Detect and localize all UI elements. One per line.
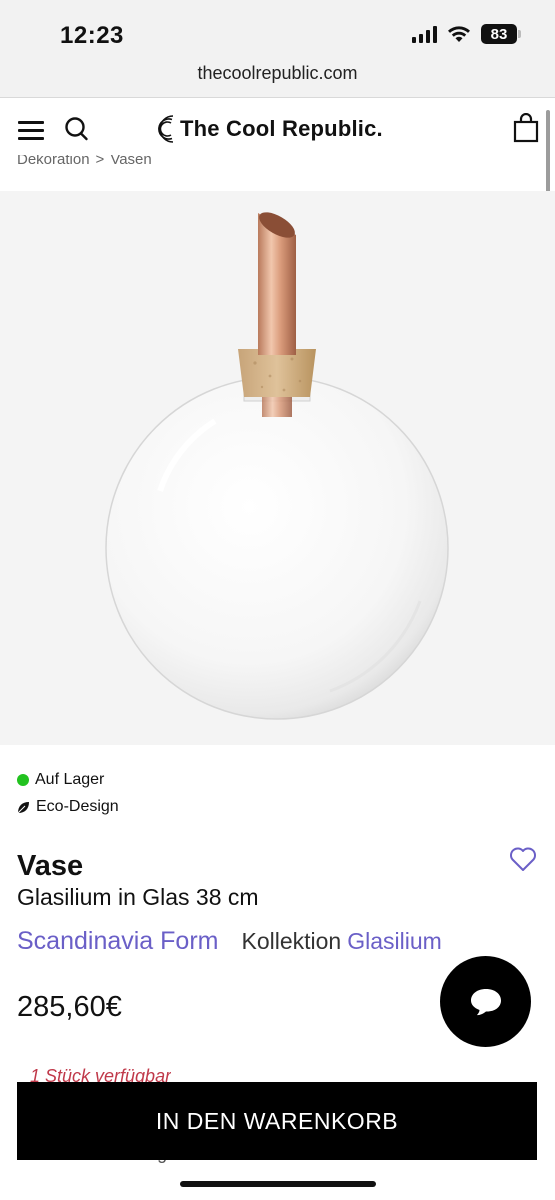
breadcrumb-item-dekoration[interactable]: Dekoration	[17, 155, 90, 171]
product-price: 285,60€	[17, 991, 122, 1023]
availability-note: 1 Stück verfügbar	[30, 1066, 172, 1082]
logo-text: The Cool Republic.	[180, 116, 383, 141]
vase-illustration	[105, 212, 449, 720]
brand-collection-row: Scandinavia Form Kollektion Glasilium	[17, 927, 442, 956]
collection-link[interactable]: Glasilium	[347, 928, 442, 955]
add-to-cart-button[interactable]: IN DEN WARENKORB	[17, 1082, 537, 1160]
browser-url-bar[interactable]: thecoolrepublic.com	[0, 56, 555, 98]
logo-mark-icon	[158, 115, 174, 143]
brand-link[interactable]: Scandinavia Form	[17, 927, 218, 956]
chat-button[interactable]	[440, 956, 531, 1047]
status-time: 12:23	[60, 22, 124, 49]
leaf-icon	[17, 801, 29, 813]
site-logo[interactable]: The Cool Republic.	[152, 113, 383, 145]
status-icons: 83	[412, 24, 521, 44]
collection-label: Kollektion	[241, 928, 342, 954]
product-subtitle: Glasilium in Glas 38 cm	[17, 884, 259, 910]
product-title: Vase	[17, 850, 84, 882]
in-stock-dot-icon	[17, 774, 29, 786]
home-indicator[interactable]	[180, 1181, 376, 1187]
battery-indicator: 83	[481, 24, 521, 44]
heart-icon[interactable]	[509, 846, 537, 872]
chat-bubble-icon	[470, 988, 501, 1015]
battery-level: 83	[490, 25, 508, 43]
stock-status-text: Auf Lager	[35, 771, 105, 788]
breadcrumb-separator: >	[95, 155, 105, 168]
status-bar: 12:23 83	[0, 0, 555, 56]
cellular-signal-icon	[412, 25, 437, 43]
breadcrumb-item-vasen[interactable]: Vasen	[110, 155, 151, 171]
shopping-bag-icon[interactable]	[512, 113, 540, 143]
site-header: The Cool Republic.	[0, 99, 555, 161]
search-icon[interactable]	[64, 116, 90, 144]
breadcrumb: Dekoration > Vasen	[17, 155, 152, 177]
url-text[interactable]: thecoolrepublic.com	[197, 63, 357, 84]
stock-status: Auf Lager	[17, 771, 104, 789]
menu-icon[interactable]	[18, 121, 44, 141]
eco-design-text: Eco-Design	[36, 798, 119, 815]
product-image[interactable]	[0, 191, 555, 745]
eco-design-badge: Eco-Design	[17, 798, 119, 816]
wifi-icon	[448, 26, 470, 42]
